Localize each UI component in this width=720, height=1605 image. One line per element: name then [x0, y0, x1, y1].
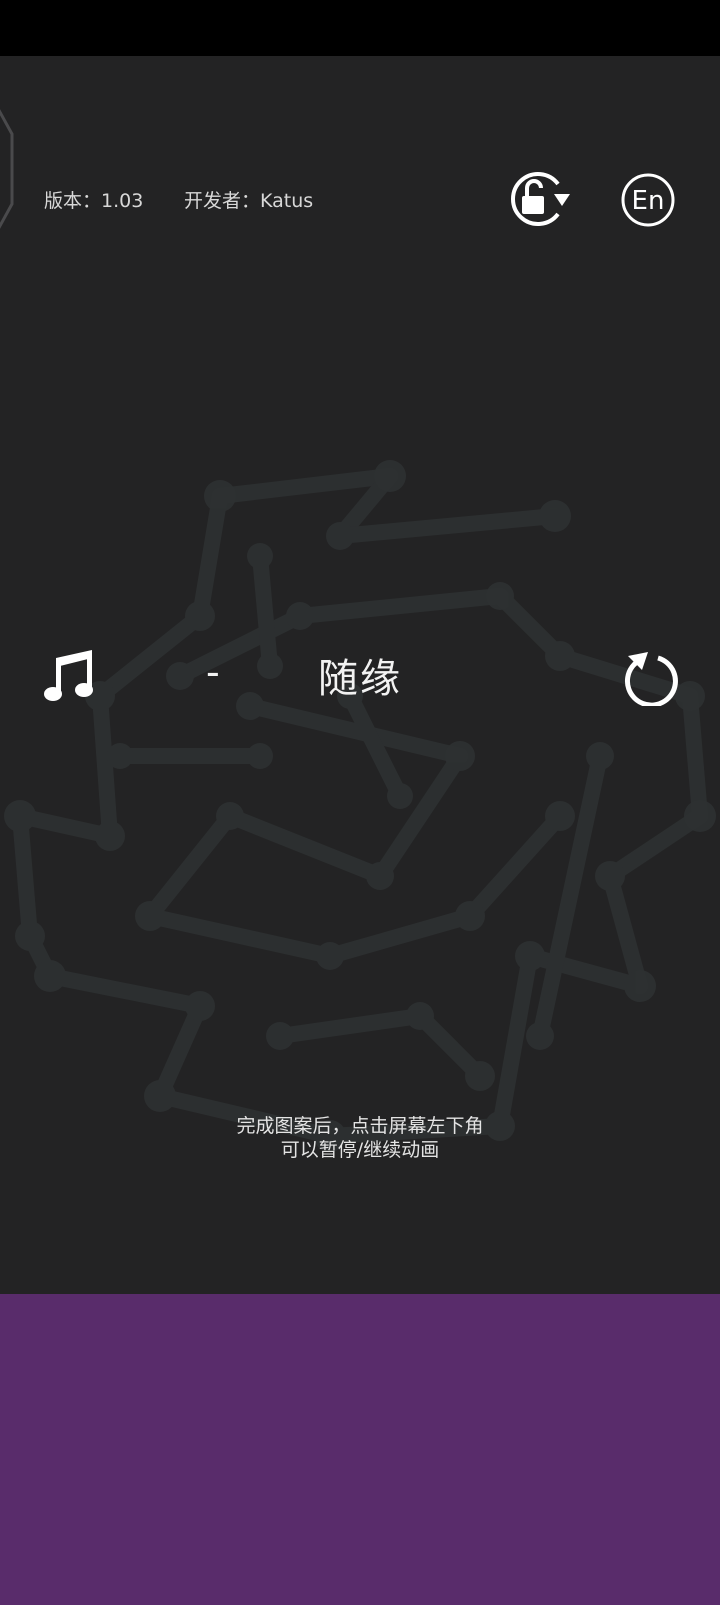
main-canvas[interactable]: 版本：1.03 开发者：Katus En - 随缘 完成图案后，点击屏幕左下角 …	[0, 56, 720, 1294]
language-button[interactable]: En	[620, 172, 676, 228]
music-button[interactable]	[42, 644, 98, 704]
developer-label: 开发者：Katus	[184, 190, 314, 212]
reload-button[interactable]	[618, 646, 678, 708]
language-label: En	[632, 186, 665, 216]
music-note-icon	[44, 650, 93, 701]
language-en-icon: En	[621, 173, 675, 227]
edge-hexagon-shape	[0, 109, 14, 229]
reload-icon	[625, 652, 678, 708]
lock-rotate-icon	[511, 172, 570, 226]
bottom-panel[interactable]	[0, 1294, 720, 1605]
version-label: 版本：1.03	[44, 190, 144, 212]
song-title: 随缘	[318, 656, 402, 702]
rotation-lock-button[interactable]	[508, 168, 572, 228]
song-separator: -	[206, 650, 220, 694]
hint-text: 完成图案后，点击屏幕左下角 可以暂停/继续动画	[0, 1114, 720, 1162]
hint-line-2: 可以暂停/继续动画	[280, 1139, 440, 1161]
hint-line-1: 完成图案后，点击屏幕左下角	[236, 1115, 484, 1137]
status-bar	[0, 0, 720, 56]
